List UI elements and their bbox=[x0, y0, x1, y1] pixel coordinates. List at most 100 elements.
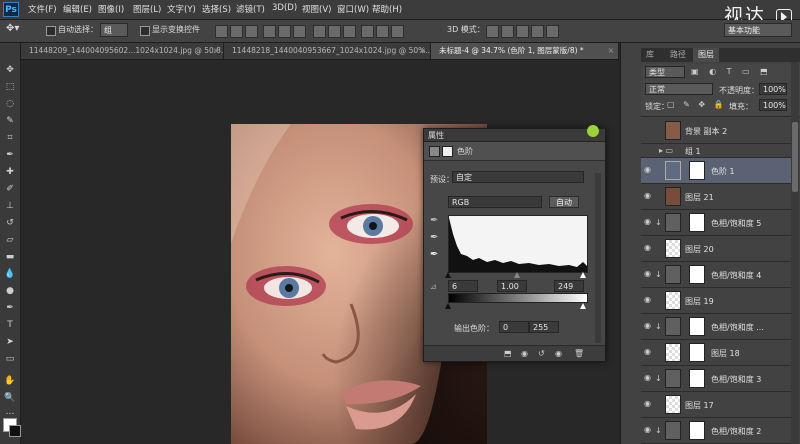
align-right-icon[interactable] bbox=[293, 25, 306, 38]
properties-header[interactable]: 属性 bbox=[424, 125, 605, 142]
quick-select-tool-icon[interactable]: ✎ bbox=[4, 116, 16, 126]
close-icon[interactable]: × bbox=[213, 43, 219, 59]
input-white-field[interactable]: 249 bbox=[554, 280, 584, 292]
tab-library[interactable]: 库 bbox=[641, 48, 659, 62]
layer-row[interactable]: ◉ ↓ 色相/饱和度 3 bbox=[641, 366, 791, 392]
visibility-icon[interactable]: ◉ bbox=[644, 348, 654, 356]
auto-select-checkbox[interactable] bbox=[46, 26, 56, 36]
distribute-vcenter-icon[interactable] bbox=[328, 25, 341, 38]
visibility-icon[interactable]: ◉ bbox=[644, 166, 654, 174]
3d-drag-icon[interactable] bbox=[516, 25, 529, 38]
gradient-tool-icon[interactable]: ▬ bbox=[4, 252, 16, 262]
menu-layer[interactable]: 图层(L) bbox=[133, 3, 161, 15]
black-point-handle[interactable] bbox=[445, 272, 451, 278]
3d-slide-icon[interactable] bbox=[531, 25, 544, 38]
clip-to-layer-icon[interactable]: ⬒ bbox=[504, 349, 512, 358]
visibility-off-icon[interactable] bbox=[644, 147, 654, 155]
menu-edit[interactable]: 编辑(E) bbox=[63, 3, 92, 15]
reset-icon[interactable]: ↺ bbox=[538, 349, 545, 358]
move-tool-icon[interactable]: ✥▾ bbox=[6, 23, 19, 34]
menu-help[interactable]: 帮助(H) bbox=[372, 3, 402, 15]
visibility-icon[interactable]: ◉ bbox=[644, 374, 654, 382]
clone-stamp-tool-icon[interactable]: ⊥ bbox=[4, 201, 16, 211]
document-tab[interactable]: 11448218_1440040953667_1024x1024.jpg @ 5… bbox=[224, 43, 431, 59]
menu-3d[interactable]: 3D(D) bbox=[272, 3, 297, 13]
mask-icon[interactable] bbox=[442, 146, 453, 157]
crop-tool-icon[interactable]: ⌗ bbox=[4, 133, 16, 143]
properties-scrollbar[interactable] bbox=[595, 173, 601, 343]
close-icon[interactable]: × bbox=[608, 43, 614, 59]
layer-mask-thumbnail[interactable] bbox=[689, 343, 705, 362]
brush-tool-icon[interactable]: ✐ bbox=[4, 184, 16, 194]
view-previous-icon[interactable]: ◉ bbox=[521, 349, 528, 358]
layers-scrollbar[interactable] bbox=[791, 62, 799, 444]
blur-tool-icon[interactable]: 💧 bbox=[4, 269, 16, 279]
dodge-tool-icon[interactable]: ● bbox=[4, 286, 16, 296]
output-black-field[interactable]: 0 bbox=[499, 321, 529, 333]
visibility-icon[interactable]: ◉ bbox=[644, 192, 654, 200]
3d-roll-icon[interactable] bbox=[501, 25, 514, 38]
eyedropper-tool-icon[interactable]: ✒ bbox=[4, 150, 16, 160]
layer-row[interactable]: ◉ ↓ 色相/饱和度 4 bbox=[641, 262, 791, 288]
tab-paths[interactable]: 路径 bbox=[665, 48, 691, 62]
distribute-hcenter-icon[interactable] bbox=[376, 25, 389, 38]
visibility-icon[interactable]: ◉ bbox=[644, 270, 654, 278]
layer-row[interactable]: ◉ ↓ 色相/饱和度 2 bbox=[641, 418, 791, 444]
layer-mask-thumbnail[interactable] bbox=[689, 317, 705, 336]
3d-rotate-icon[interactable] bbox=[486, 25, 499, 38]
visibility-icon[interactable]: ◉ bbox=[644, 218, 654, 226]
lasso-tool-icon[interactable]: ◌ bbox=[4, 99, 16, 109]
folder-expand-icon[interactable]: ▸ ▭ bbox=[659, 146, 673, 155]
scrollbar-thumb[interactable] bbox=[792, 122, 798, 192]
align-top-icon[interactable] bbox=[215, 25, 228, 38]
align-vcenter-icon[interactable] bbox=[230, 25, 243, 38]
layer-row[interactable]: ◉ ↓ 色相/饱和度 5 bbox=[641, 210, 791, 236]
type-tool-icon[interactable]: T bbox=[4, 320, 16, 330]
layer-row[interactable]: ◉ 图层 20 bbox=[641, 236, 791, 262]
output-black-handle[interactable] bbox=[445, 303, 451, 309]
preset-dropdown[interactable]: 自定 bbox=[452, 171, 584, 183]
channel-dropdown[interactable]: RGB bbox=[448, 196, 542, 208]
3d-scale-icon[interactable] bbox=[546, 25, 559, 38]
pen-tool-icon[interactable]: ✒ bbox=[4, 303, 16, 313]
visibility-off-icon[interactable] bbox=[644, 126, 654, 134]
layer-mask-thumbnail[interactable] bbox=[689, 265, 705, 284]
gamma-handle[interactable] bbox=[514, 272, 520, 278]
input-levels-slider[interactable] bbox=[445, 272, 586, 278]
document-tab[interactable]: 11448209_144004095602...1024x1024.jpg @ … bbox=[21, 43, 224, 59]
visibility-icon[interactable]: ◉ bbox=[555, 349, 562, 358]
white-point-handle[interactable] bbox=[580, 272, 586, 278]
tab-layers[interactable]: 图层 bbox=[693, 48, 719, 62]
eyedropper-black-icon[interactable]: ✒ bbox=[430, 215, 438, 226]
layer-row[interactable]: ◉ 图层 18 bbox=[641, 340, 791, 366]
filter-icons[interactable]: ▣ ◐ T ▭ ⬒ bbox=[691, 67, 772, 76]
visibility-icon[interactable]: ◉ bbox=[644, 426, 654, 434]
align-left-icon[interactable] bbox=[263, 25, 276, 38]
layer-row[interactable]: ◉ ↓ 色相/饱和度 ... bbox=[641, 314, 791, 340]
more-tools-icon[interactable]: … bbox=[4, 407, 16, 417]
layer-row[interactable]: ◉ 图层 19 bbox=[641, 288, 791, 314]
marquee-tool-icon[interactable]: ⬚ bbox=[4, 82, 16, 92]
hand-tool-icon[interactable]: ✋ bbox=[4, 376, 16, 386]
move-tool-icon[interactable]: ✥ bbox=[4, 65, 16, 75]
layer-mask-thumbnail[interactable] bbox=[689, 213, 705, 232]
input-gamma-field[interactable]: 1.00 bbox=[497, 280, 527, 292]
shape-tool-icon[interactable]: ▭ bbox=[4, 354, 16, 364]
layer-row-selected[interactable]: ◉ 色阶 1 bbox=[641, 158, 791, 184]
distribute-bottom-icon[interactable] bbox=[343, 25, 356, 38]
visibility-icon[interactable]: ◉ bbox=[644, 296, 654, 304]
path-select-tool-icon[interactable]: ➤ bbox=[4, 337, 16, 347]
visibility-icon[interactable]: ◉ bbox=[644, 244, 654, 252]
layer-row[interactable]: ◉ 图层 17 bbox=[641, 392, 791, 418]
visibility-icon[interactable]: ◉ bbox=[644, 322, 654, 330]
kind-filter-dropdown[interactable]: 类型 bbox=[645, 66, 685, 78]
visibility-icon[interactable]: ◉ bbox=[644, 400, 654, 408]
layer-row[interactable]: 背景 副本 2 bbox=[641, 118, 791, 144]
layer-mask-thumbnail[interactable] bbox=[689, 421, 705, 440]
output-white-field[interactable]: 255 bbox=[529, 321, 559, 333]
distribute-right-icon[interactable] bbox=[391, 25, 404, 38]
menu-filter[interactable]: 滤镜(T) bbox=[236, 3, 265, 15]
menu-window[interactable]: 窗口(W) bbox=[337, 3, 369, 15]
menu-type[interactable]: 文字(Y) bbox=[167, 3, 196, 15]
align-hcenter-icon[interactable] bbox=[278, 25, 291, 38]
